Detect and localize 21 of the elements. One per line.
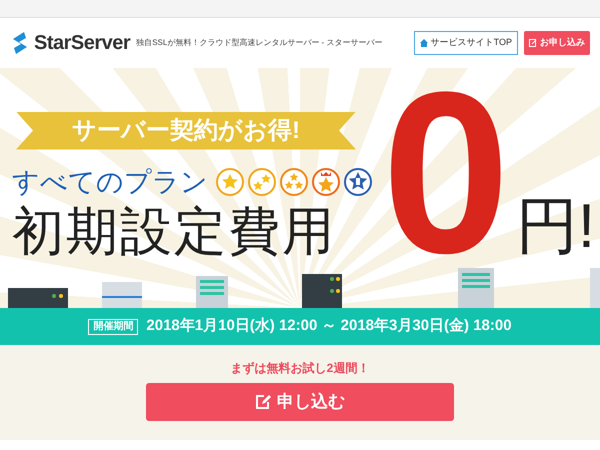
three-stars-badge-icon [280, 168, 308, 196]
star-badge-icon [216, 168, 244, 196]
crown-star-badge-icon [312, 168, 340, 196]
apply-button[interactable]: 申し込む [146, 383, 454, 421]
home-icon [420, 39, 428, 47]
price-zero: 0 [382, 78, 510, 268]
service-site-button[interactable]: サービスサイトTOP [414, 31, 518, 55]
ribbon-banner: サーバー契約がお得! [16, 112, 356, 150]
edit-icon [529, 39, 537, 47]
period-badge: 開催期間 [88, 318, 138, 334]
tagline: 独自SSLが無料！クラウド型高速レンタルサーバー - スターサーバー [136, 37, 382, 49]
building-star-badge-icon [344, 168, 372, 196]
price-unit: 円! [516, 192, 596, 263]
trial-note: まずは無料お試し2週間！ [230, 360, 370, 377]
apply-header-button[interactable]: お申し込み [524, 31, 590, 55]
logo-text[interactable]: StarServer [34, 28, 130, 58]
plans-label: すべてのプラン [12, 166, 208, 198]
edit-icon [255, 394, 271, 410]
headline: 初期設定費用 [12, 202, 337, 262]
period-dates: 2018年1月10日(水) 12:00 ～ 2018年3月30日(金) 18:00 [146, 316, 512, 336]
two-stars-badge-icon [248, 168, 276, 196]
